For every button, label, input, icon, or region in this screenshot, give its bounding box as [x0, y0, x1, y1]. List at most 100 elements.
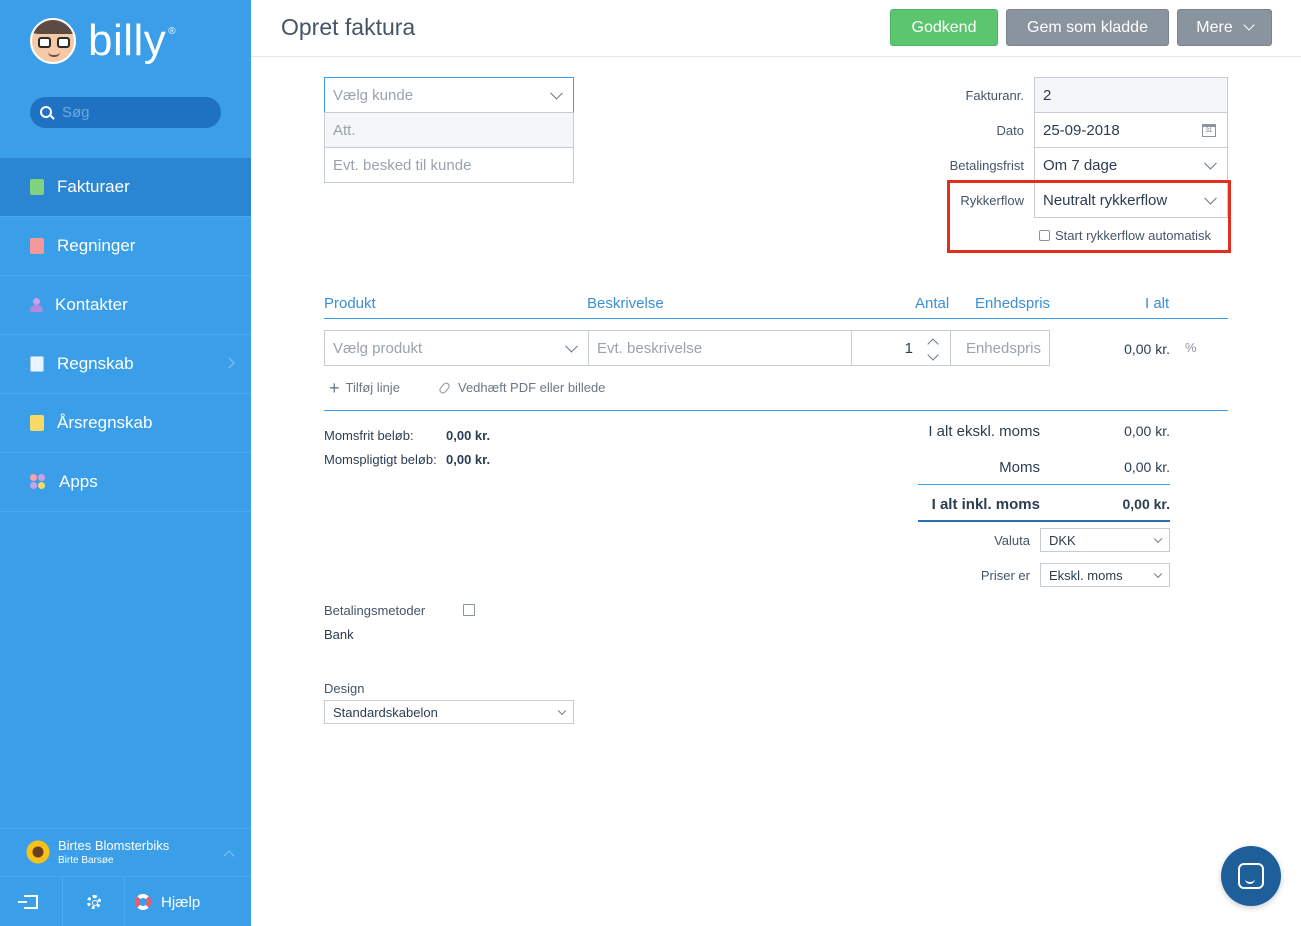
chevron-down-icon: [1204, 156, 1217, 170]
chevron-up-icon: [223, 850, 235, 862]
paperclip-icon: [437, 380, 452, 395]
annual-report-icon: [30, 415, 44, 431]
page-header: Opret faktura Godkend Gem som kladde Mer…: [251, 0, 1301, 57]
discount-icon[interactable]: %: [1185, 340, 1197, 355]
sidebar-item-label: Regninger: [57, 236, 136, 255]
sunflower-icon: [26, 840, 50, 864]
date-field[interactable]: 25-09-2018 31: [1034, 112, 1228, 148]
help-label: Hjælp: [161, 893, 201, 911]
registered-mark: ®: [168, 26, 176, 37]
vat-value: 0,00 kr.: [1124, 459, 1170, 475]
prices-label: Priser er: [980, 568, 1030, 583]
totals-divider-bottom: [918, 520, 1170, 522]
chevron-down-icon: [1153, 534, 1163, 544]
apps-icon: [30, 474, 46, 490]
column-qty: Antal: [915, 295, 950, 312]
total-excl-label: I alt ekskl. moms: [928, 423, 1040, 440]
customer-select[interactable]: Vælg kunde: [324, 77, 574, 113]
sidebar-item-label: Fakturaer: [57, 177, 130, 196]
vat-liable-value: 0,00 kr.: [446, 452, 491, 467]
company-name: Birtes Blomsterbiks: [58, 838, 170, 853]
design-label: Design: [324, 681, 365, 696]
billy-logo[interactable]: billy ®: [30, 18, 176, 64]
date-value: 25-09-2018: [1043, 121, 1120, 139]
prices-select[interactable]: Ekskl. moms: [1040, 563, 1170, 587]
brand-name: billy: [88, 16, 167, 65]
contact-icon: [30, 298, 43, 312]
add-line-button[interactable]: + Tilføj linje: [329, 377, 400, 398]
save-draft-button[interactable]: Gem som kladde: [1006, 9, 1169, 46]
chevron-up-icon[interactable]: [927, 338, 939, 350]
product-select[interactable]: Vælg produkt: [324, 330, 589, 366]
unit-price-placeholder: Enhedspris: [965, 339, 1041, 357]
currency-label: Valuta: [994, 533, 1030, 548]
invoice-number-value: 2: [1043, 86, 1052, 104]
invoice-number-field[interactable]: 2: [1034, 77, 1228, 113]
search-input[interactable]: [62, 104, 212, 121]
chevron-down-icon: [1153, 569, 1163, 579]
bill-icon: [30, 238, 44, 254]
payment-method-value: Bank: [324, 627, 354, 642]
line-description-field[interactable]: Evt. beskrivelse: [588, 330, 852, 366]
approve-button[interactable]: Godkend: [890, 9, 998, 46]
help-button[interactable]: Hjælp: [125, 877, 251, 926]
add-line-label: Tilføj linje: [345, 380, 400, 395]
gear-icon: [86, 895, 101, 909]
quantity-stepper[interactable]: 1: [851, 330, 951, 366]
plus-icon: +: [329, 377, 340, 398]
customer-message-placeholder: Evt. besked til kunde: [333, 156, 472, 174]
page-title: Opret faktura: [281, 14, 416, 40]
line-description-placeholder: Evt. beskrivelse: [597, 339, 703, 357]
settings-button[interactable]: [63, 877, 125, 926]
due-select[interactable]: Om 7 dage: [1034, 147, 1228, 183]
vat-liable-label: Momspligtigt beløb:: [324, 452, 437, 467]
sidebar-item-apps[interactable]: Apps: [0, 453, 251, 512]
unit-price-field[interactable]: Enhedspris: [950, 330, 1050, 366]
total-incl-label: I alt inkl. moms: [931, 496, 1040, 513]
column-total: I alt: [1145, 295, 1170, 312]
sidebar-item-label: Kontakter: [55, 295, 128, 314]
logout-button[interactable]: [0, 877, 63, 926]
column-product: Produkt: [324, 295, 376, 312]
date-label: Dato: [996, 123, 1024, 138]
sidebar-item-label: Regnskab: [57, 354, 134, 373]
accounting-icon: [30, 356, 44, 372]
att-placeholder: Att.: [333, 121, 356, 139]
lifebuoy-icon: [135, 894, 151, 910]
attach-label: Vedhæft PDF eller billede: [458, 380, 606, 395]
prices-value: Ekskl. moms: [1049, 567, 1123, 583]
sidebar-item-fakturaer[interactable]: Fakturaer: [0, 158, 251, 217]
customer-message-field[interactable]: Evt. besked til kunde: [324, 147, 574, 183]
sidebar-item-arsregnskab[interactable]: Årsregnskab: [0, 394, 251, 453]
chevron-right-icon: [223, 357, 235, 369]
sidebar-item-regnskab[interactable]: Regnskab: [0, 335, 251, 394]
sidebar-footer: Hjælp: [0, 876, 251, 926]
search-box[interactable]: [30, 97, 221, 128]
chat-button[interactable]: [1221, 846, 1281, 906]
calendar-icon[interactable]: 31: [1202, 124, 1216, 137]
sidebar-nav: Fakturaer Regninger Kontakter Regnskab Å…: [0, 158, 251, 512]
customer-select-placeholder: Vælg kunde: [333, 86, 414, 104]
quantity-value: 1: [904, 339, 913, 357]
edit-icon[interactable]: [463, 604, 475, 616]
chevron-down-icon: [1243, 19, 1255, 31]
company-switcher[interactable]: Birtes Blomsterbiks Birte Barsøe: [0, 828, 251, 875]
sidebar-item-label: Apps: [59, 472, 98, 491]
att-field[interactable]: Att.: [324, 112, 574, 148]
total-excl-value: 0,00 kr.: [1124, 423, 1170, 439]
more-button[interactable]: Mere: [1177, 9, 1272, 46]
design-select[interactable]: Standardskabelon: [324, 700, 574, 724]
main-content: Opret faktura Godkend Gem som kladde Mer…: [251, 0, 1301, 926]
chevron-down-icon: [557, 706, 567, 716]
attach-file-button[interactable]: Vedhæft PDF eller billede: [437, 380, 606, 395]
total-incl-value: 0,00 kr.: [1122, 496, 1171, 512]
sidebar-item-regninger[interactable]: Regninger: [0, 217, 251, 276]
sidebar: billy ® Fakturaer Regninger Kontakter Re…: [0, 0, 251, 926]
vat-free-value: 0,00 kr.: [446, 428, 491, 443]
invoice-number-label: Fakturanr.: [965, 88, 1024, 103]
chevron-down-icon[interactable]: [927, 349, 939, 361]
chevron-down-icon: [550, 86, 563, 100]
currency-select[interactable]: DKK: [1040, 528, 1170, 552]
table-header-divider: [324, 318, 1228, 319]
sidebar-item-kontakter[interactable]: Kontakter: [0, 276, 251, 335]
